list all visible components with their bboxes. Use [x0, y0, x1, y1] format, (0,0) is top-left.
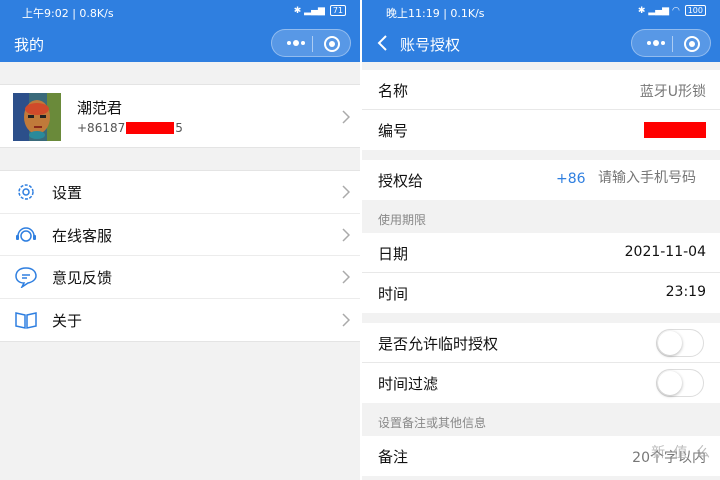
status-time-speed: 晚上11:19 | 0.1K/s	[386, 7, 485, 20]
status-time-speed: 上午9:02 | 0.8K/s	[22, 7, 114, 20]
wifi-icon: ◠	[671, 6, 680, 16]
capsule-divider	[312, 36, 313, 52]
status-bar: 晚上11:19 | 0.1K/s ✱ ▂▄▆ ◠ 100	[362, 0, 720, 25]
time-label: 时间	[378, 285, 409, 303]
status-indicators: ✱ ▂▄▆ 71	[294, 5, 346, 16]
temp-auth-label: 是否允许临时授权	[378, 335, 499, 353]
profile-card[interactable]: 潮范君 +86187 5	[0, 84, 360, 148]
close-miniprogram-icon[interactable]	[323, 35, 341, 53]
bluetooth-icon: ✱	[637, 6, 646, 16]
menu-label: 关于	[52, 311, 83, 330]
time-filter-row: 时间过滤	[362, 363, 720, 403]
phone-number-input[interactable]	[598, 170, 710, 186]
time-filter-toggle[interactable]	[656, 369, 704, 397]
settings-menu: 设置 在线客服 意见反馈 关于	[0, 170, 360, 342]
page-title: 账号授权	[400, 36, 461, 54]
miniprogram-capsule	[271, 29, 351, 57]
capsule-divider	[672, 36, 673, 52]
time-filter-label: 时间过滤	[378, 375, 439, 393]
back-arrow-icon[interactable]	[374, 33, 392, 53]
time-row[interactable]: 时间 23:19	[362, 273, 720, 313]
chat-icon	[15, 267, 37, 288]
menu-item-settings[interactable]: 设置	[0, 171, 360, 214]
period-card: 日期 2021-11-04 时间 23:19	[362, 233, 720, 313]
battery-icon: 100	[684, 5, 706, 16]
note-label: 备注	[378, 448, 409, 466]
id-label: 编号	[378, 122, 409, 140]
lock-info-card: 名称 蓝牙U形锁 编号	[362, 70, 720, 150]
chevron-right-icon	[342, 110, 350, 124]
authorize-label: 授权给	[378, 172, 424, 190]
gear-icon	[18, 184, 34, 200]
right-screen: 晚上11:19 | 0.1K/s ✱ ▂▄▆ ◠ 100 账号授权 名称 蓝牙U…	[362, 0, 720, 480]
chevron-right-icon	[342, 312, 350, 327]
chevron-right-icon	[342, 270, 350, 284]
chevron-right-icon	[342, 185, 350, 199]
time-value: 23:19	[665, 284, 706, 300]
temp-auth-toggle[interactable]	[656, 329, 704, 357]
temp-auth-row: 是否允许临时授权	[362, 323, 720, 363]
name-row: 名称 蓝牙U形锁	[362, 70, 720, 110]
status-bar: 上午9:02 | 0.8K/s ✱ ▂▄▆ 71	[0, 0, 360, 25]
more-icon[interactable]	[282, 34, 310, 52]
page-title: 我的	[14, 36, 45, 54]
id-row: 编号	[362, 110, 720, 150]
authorize-row: 授权给 +86	[362, 160, 720, 200]
user-name: 潮范君	[77, 99, 123, 117]
watermark: 新 值 么	[651, 445, 712, 461]
menu-item-about[interactable]: 关于	[0, 299, 360, 342]
options-card: 是否允许临时授权 时间过滤	[362, 323, 720, 403]
left-screen: 上午9:02 | 0.8K/s ✱ ▂▄▆ 71 我的 潮范君 +86187 5…	[0, 0, 360, 480]
menu-label: 在线客服	[52, 226, 113, 245]
section-label-note: 设置备注或其他信息	[378, 416, 487, 430]
headset-icon	[16, 226, 36, 242]
chevron-right-icon	[342, 227, 350, 242]
miniprogram-capsule	[631, 29, 711, 57]
battery-icon: 71	[329, 5, 346, 16]
menu-label: 意见反馈	[52, 269, 113, 287]
menu-item-support[interactable]: 在线客服	[0, 214, 360, 256]
menu-item-feedback[interactable]: 意见反馈	[0, 256, 360, 299]
phone-suffix: 5	[175, 121, 183, 135]
redaction-bar	[644, 122, 706, 138]
book-icon	[15, 311, 37, 329]
section-label-period: 使用期限	[378, 213, 427, 227]
avatar	[13, 93, 61, 141]
nav-bar: 账号授权	[362, 25, 720, 62]
country-code[interactable]: +86	[556, 171, 586, 187]
name-value: 蓝牙U形锁	[639, 84, 706, 100]
phone-prefix: +86187	[77, 121, 126, 135]
status-indicators: ✱ ▂▄▆ ◠ 100	[638, 5, 706, 16]
redaction-bar	[126, 122, 175, 134]
date-label: 日期	[378, 245, 409, 263]
menu-label: 设置	[52, 184, 83, 202]
bluetooth-icon: ✱	[293, 6, 302, 16]
toggle-knob	[658, 371, 682, 395]
nav-bar: 我的	[0, 25, 360, 62]
date-row[interactable]: 日期 2021-11-04	[362, 233, 720, 273]
name-label: 名称	[378, 82, 409, 100]
date-value: 2021-11-04	[624, 244, 706, 260]
toggle-knob	[658, 331, 682, 355]
authorize-card: 授权给 +86	[362, 160, 720, 200]
more-icon[interactable]	[642, 34, 670, 52]
close-miniprogram-icon[interactable]	[683, 35, 701, 53]
signal-icon: ▂▄▆	[648, 6, 670, 16]
signal-icon: ▂▄▆	[304, 6, 325, 16]
user-phone: +86187 5	[77, 121, 183, 135]
